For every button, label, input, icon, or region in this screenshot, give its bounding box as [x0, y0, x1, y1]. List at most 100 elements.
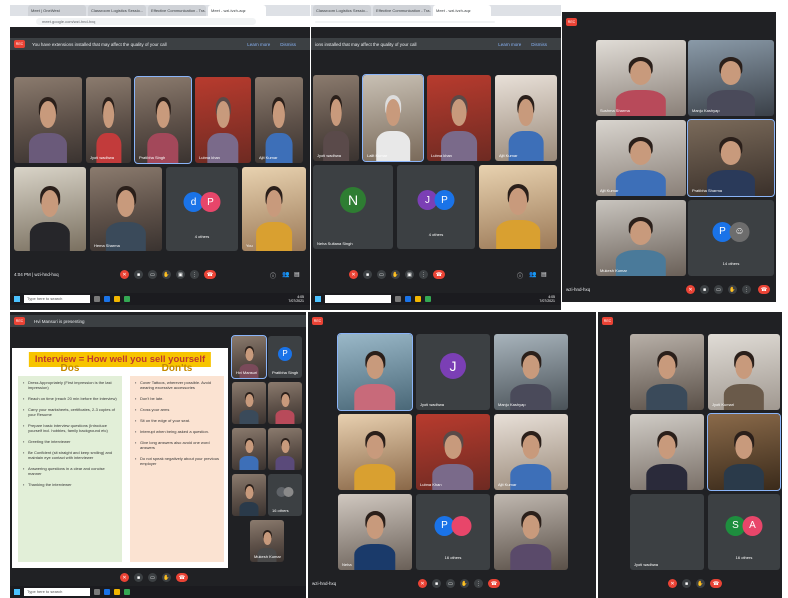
participant-tile[interactable]	[232, 474, 266, 516]
hand-raise-icon[interactable]: ✋	[162, 573, 171, 582]
mic-off-icon[interactable]: ✕	[120, 270, 129, 279]
windows-start-icon[interactable]	[315, 296, 321, 302]
participant-tile[interactable]: Hema Sharma	[90, 167, 162, 251]
chat-icon[interactable]: ▤	[541, 271, 547, 278]
present-icon[interactable]: ▣	[405, 270, 414, 279]
participant-tile[interactable]: Lubna khan	[195, 77, 251, 163]
browser-tab[interactable]: Effective Communication - Tra...	[148, 5, 206, 16]
participant-tile[interactable]: Jyoti Kumari	[708, 334, 780, 410]
participant-tile[interactable]: Lalit Kumar	[362, 74, 424, 162]
participant-tile[interactable]: You	[242, 167, 306, 251]
people-icon[interactable]: 👥	[282, 271, 289, 278]
others-tile[interactable]: 16 others	[268, 474, 302, 516]
captions-icon[interactable]: ▭	[148, 270, 157, 279]
folder-icon[interactable]	[114, 296, 120, 302]
participant-tile[interactable]: Neha	[338, 494, 412, 570]
folder-icon[interactable]	[114, 589, 120, 595]
camera-icon[interactable]: ■	[134, 573, 143, 582]
more-options-icon[interactable]: ⋮	[474, 579, 483, 588]
others-tile[interactable]: P 16 others	[416, 494, 490, 570]
hand-raise-icon[interactable]: ✋	[391, 270, 400, 279]
hand-raise-icon[interactable]: ✋	[696, 579, 705, 588]
participant-tile[interactable]: Manju Kashyap	[688, 40, 774, 116]
learn-more-link[interactable]: Learn more	[247, 42, 270, 47]
browser-tab[interactable]: Meet | OneWest	[28, 5, 86, 16]
participant-tile[interactable]: Manju Kashyap	[494, 334, 568, 410]
others-tile[interactable]: S A 16 others	[708, 494, 780, 570]
address-bar[interactable]	[315, 20, 495, 23]
participant-tile[interactable]	[630, 414, 704, 490]
windows-start-icon[interactable]	[14, 589, 20, 595]
participant-tile[interactable]: N Neha Sultana Singh	[313, 165, 393, 249]
participant-tile[interactable]: Lubna Khan	[416, 414, 490, 490]
participant-tile[interactable]: Ajit Kumar	[596, 120, 686, 196]
others-tile[interactable]: J P 4 others	[397, 165, 475, 249]
chrome-icon[interactable]	[425, 296, 431, 302]
camera-icon[interactable]: ■	[363, 270, 372, 279]
participant-tile[interactable]	[338, 414, 412, 490]
people-icon[interactable]: 👥	[529, 271, 536, 278]
taskbar-search[interactable]: Type here to search	[24, 588, 90, 596]
participant-tile[interactable]: Ajit Kumar	[494, 414, 568, 490]
edge-icon[interactable]	[104, 296, 110, 302]
participant-tile[interactable]	[14, 167, 86, 251]
leave-call-icon[interactable]: ☎	[204, 270, 216, 279]
dismiss-link[interactable]: Dismiss	[280, 42, 296, 47]
info-icon[interactable]: ⓘ	[270, 271, 276, 280]
task-view-icon[interactable]	[94, 296, 100, 302]
participant-tile[interactable]: Mukesh Kumar	[596, 200, 686, 276]
leave-call-icon[interactable]: ☎	[758, 285, 770, 294]
captions-icon[interactable]: ▭	[148, 573, 157, 582]
participant-tile[interactable]	[479, 165, 557, 249]
edge-icon[interactable]	[104, 589, 110, 595]
participant-tile[interactable]	[707, 413, 781, 491]
browser-tab[interactable]: Effective Communication - Tra...	[373, 5, 431, 16]
more-options-icon[interactable]: ⋮	[190, 270, 199, 279]
present-icon[interactable]: ▣	[176, 270, 185, 279]
task-view-icon[interactable]	[395, 296, 401, 302]
mic-off-icon[interactable]: ✕	[349, 270, 358, 279]
participant-tile[interactable]: Ajit Kumar	[255, 77, 303, 163]
participant-tile[interactable]: Ajit Kumar	[495, 75, 557, 161]
participant-tile[interactable]	[494, 494, 568, 570]
mic-off-icon[interactable]: ✕	[668, 579, 677, 588]
browser-tab[interactable]: Classroom Logistics Sessio...	[88, 5, 146, 16]
participant-tile[interactable]: Pratibha Sharma	[687, 119, 775, 197]
mic-off-icon[interactable]: ✕	[686, 285, 695, 294]
hand-raise-icon[interactable]: ✋	[162, 270, 171, 279]
participant-tile[interactable]	[268, 428, 302, 470]
windows-start-icon[interactable]	[14, 296, 20, 302]
leave-call-icon[interactable]: ☎	[176, 573, 188, 582]
browser-tab[interactable]: Classroom Logistics Sessio...	[313, 5, 371, 16]
captions-icon[interactable]: ▭	[446, 579, 455, 588]
camera-icon[interactable]: ■	[134, 270, 143, 279]
participant-tile[interactable]: Jyoti wadhwa	[86, 77, 131, 163]
captions-icon[interactable]: ▭	[714, 285, 723, 294]
taskbar-search[interactable]	[325, 295, 391, 303]
participant-tile[interactable]	[630, 334, 704, 410]
folder-icon[interactable]	[415, 296, 421, 302]
dismiss-link[interactable]: Dismiss	[531, 42, 547, 47]
camera-icon[interactable]: ■	[700, 285, 709, 294]
participant-tile[interactable]	[337, 333, 413, 411]
camera-icon[interactable]: ■	[432, 579, 441, 588]
browser-tab[interactable]: Meet - wzi-tvzh-aqz	[208, 5, 266, 16]
participant-tile[interactable]: Mukesh Kumar	[250, 520, 284, 562]
info-icon[interactable]: ⓘ	[517, 271, 523, 280]
address-bar[interactable]: meet.google.com/wzi-hnd-hxq	[36, 18, 256, 25]
participant-tile[interactable]	[232, 382, 266, 424]
hand-raise-icon[interactable]: ✋	[728, 285, 737, 294]
taskbar-search[interactable]: Type here to search	[24, 295, 90, 303]
mic-off-icon[interactable]: ✕	[418, 579, 427, 588]
learn-more-link[interactable]: Learn more	[498, 42, 521, 47]
participant-tile[interactable]: Pratibha Singh	[134, 76, 192, 164]
leave-call-icon[interactable]: ☎	[433, 270, 445, 279]
more-options-icon[interactable]: ⋮	[419, 270, 428, 279]
leave-call-icon[interactable]: ☎	[488, 579, 500, 588]
browser-tab[interactable]: Meet - wzi-tvzh-aqz	[433, 5, 491, 16]
participant-tile[interactable]: J Jyoti wadhwa	[416, 334, 490, 410]
hand-raise-icon[interactable]: ✋	[460, 579, 469, 588]
participant-tile[interactable]	[14, 77, 82, 163]
chat-icon[interactable]: ▤	[294, 271, 300, 278]
participant-tile[interactable]: Jyoti wadhwa	[313, 75, 359, 161]
